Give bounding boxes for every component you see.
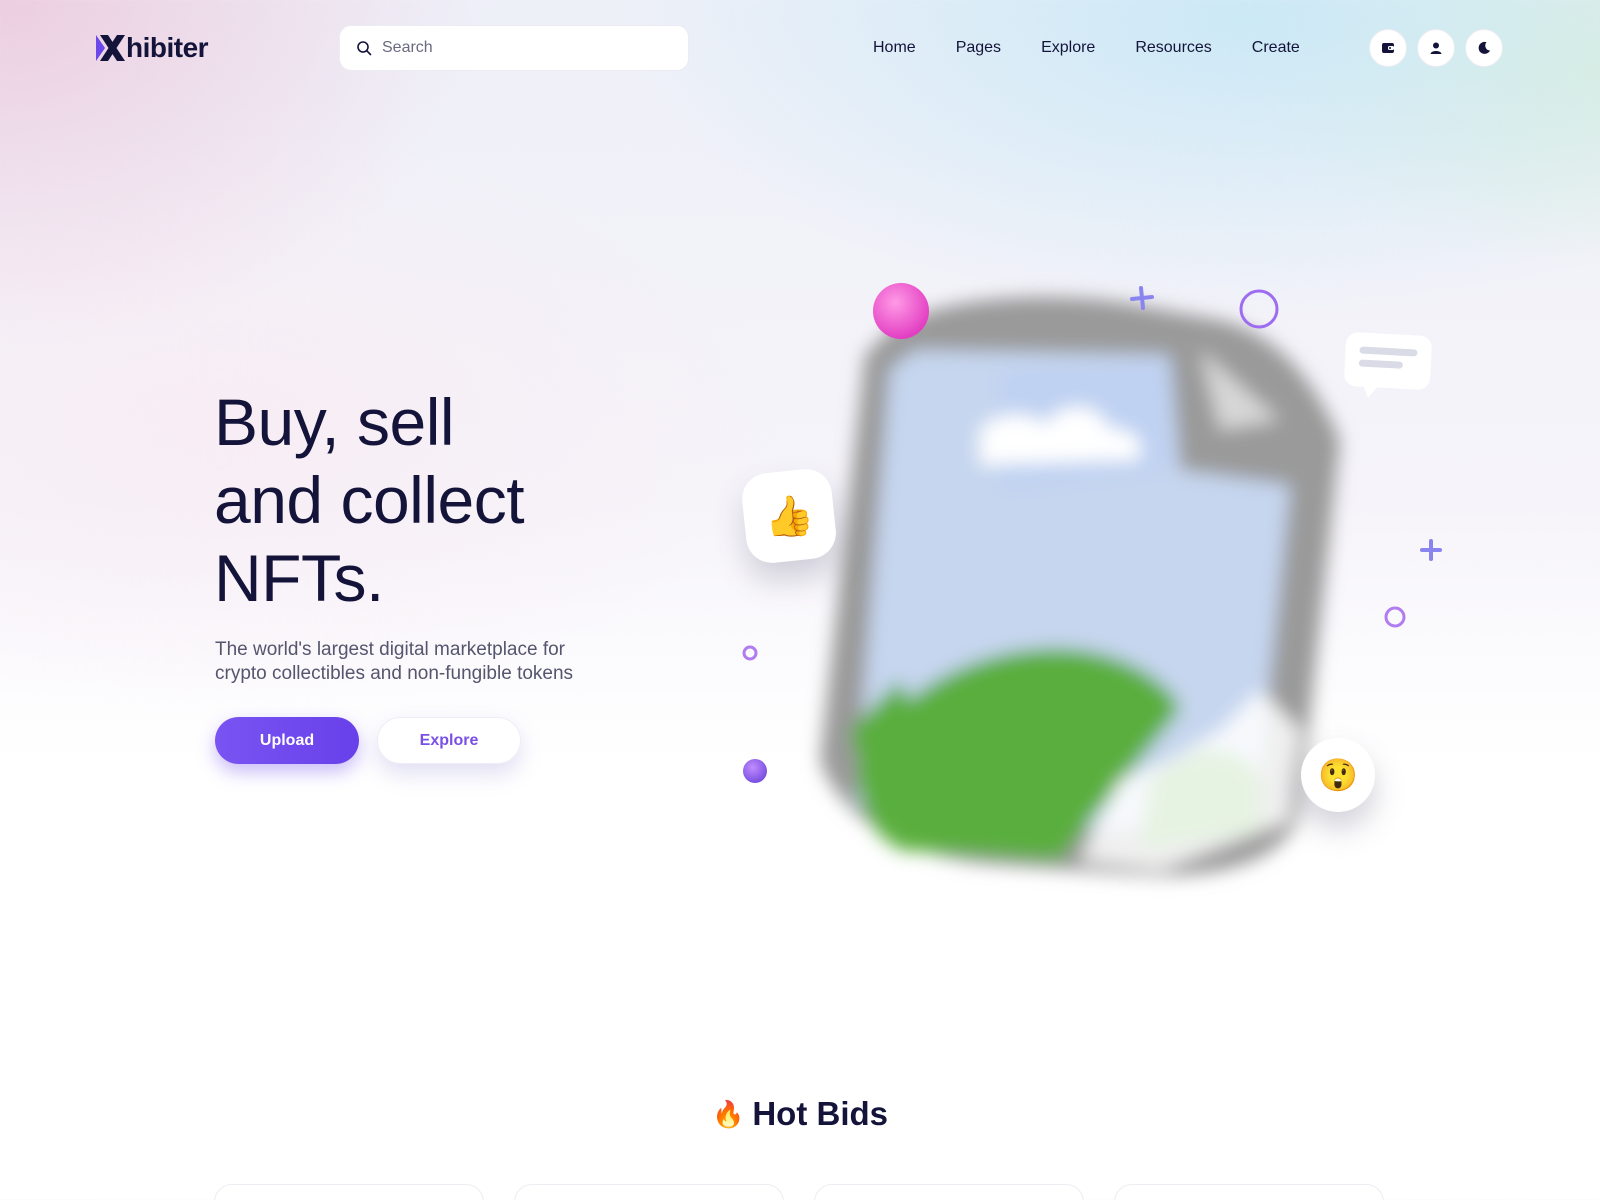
hero-title-line: and collect: [214, 463, 525, 537]
search-bar[interactable]: [339, 25, 689, 71]
hot-bids-title: Hot Bids: [752, 1095, 889, 1132]
hero-title-line: Buy, sell: [214, 385, 455, 459]
pink-sphere: [873, 283, 929, 339]
hero-title-line: NFTs.: [214, 541, 384, 615]
nav-resources[interactable]: Resources: [1135, 37, 1211, 59]
nav-home[interactable]: Home: [873, 37, 916, 59]
wallet-icon: [1382, 43, 1394, 53]
nav-pages[interactable]: Pages: [956, 37, 1001, 59]
bid-card[interactable]: [214, 1184, 484, 1200]
upload-button[interactable]: Upload: [215, 717, 359, 764]
thumbs-up-reaction: 👍: [739, 466, 839, 566]
plus-decoration: [1420, 539, 1442, 561]
ring-decoration: [1239, 289, 1279, 329]
ring-decoration: [1384, 606, 1406, 628]
thumbs-up-icon: 👍: [761, 492, 817, 541]
theme-toggle-button[interactable]: [1465, 29, 1503, 67]
logo[interactable]: hibiter: [96, 32, 209, 63]
surprised-face-icon: 😲: [1318, 757, 1358, 793]
main-nav: Home Pages Explore Resources Create: [873, 37, 1300, 59]
nav-create[interactable]: Create: [1252, 37, 1300, 59]
violet-sphere: [743, 759, 767, 783]
logo-mark-icon: [96, 35, 125, 61]
chat-bubble-icon: [1344, 332, 1432, 398]
hero-subtitle: The world's largest digital marketplace …: [215, 638, 635, 686]
ring-decoration: [742, 645, 758, 661]
bid-card[interactable]: [1114, 1184, 1384, 1200]
wallet-button[interactable]: [1369, 29, 1407, 67]
search-icon: [357, 41, 372, 56]
user-button[interactable]: [1417, 29, 1455, 67]
user-icon: [1430, 42, 1442, 54]
surprised-reaction: 😲: [1301, 738, 1375, 812]
logo-text: hibiter: [126, 32, 209, 63]
hero-subtitle-line: The world's largest digital marketplace …: [215, 639, 565, 660]
search-input[interactable]: [382, 39, 672, 57]
bid-card[interactable]: [514, 1184, 784, 1200]
hero-title: Buy, sell and collect NFTs.: [214, 383, 674, 617]
bid-card[interactable]: [814, 1184, 1084, 1200]
hero-subtitle-line: crypto collectibles and non-fungible tok…: [215, 663, 574, 684]
broken-image-graphic: [742, 283, 1442, 876]
site-header: hibiter Home Pages Explore Resources Cre…: [0, 0, 1600, 96]
nav-explore[interactable]: Explore: [1041, 37, 1095, 59]
hero-illustration: 👍 😲: [700, 260, 1500, 920]
fire-icon: 🔥: [711, 1099, 745, 1129]
hot-bids-heading: 🔥 Hot Bids: [0, 1095, 1600, 1133]
explore-button[interactable]: Explore: [377, 717, 521, 764]
moon-icon: [1478, 41, 1490, 54]
